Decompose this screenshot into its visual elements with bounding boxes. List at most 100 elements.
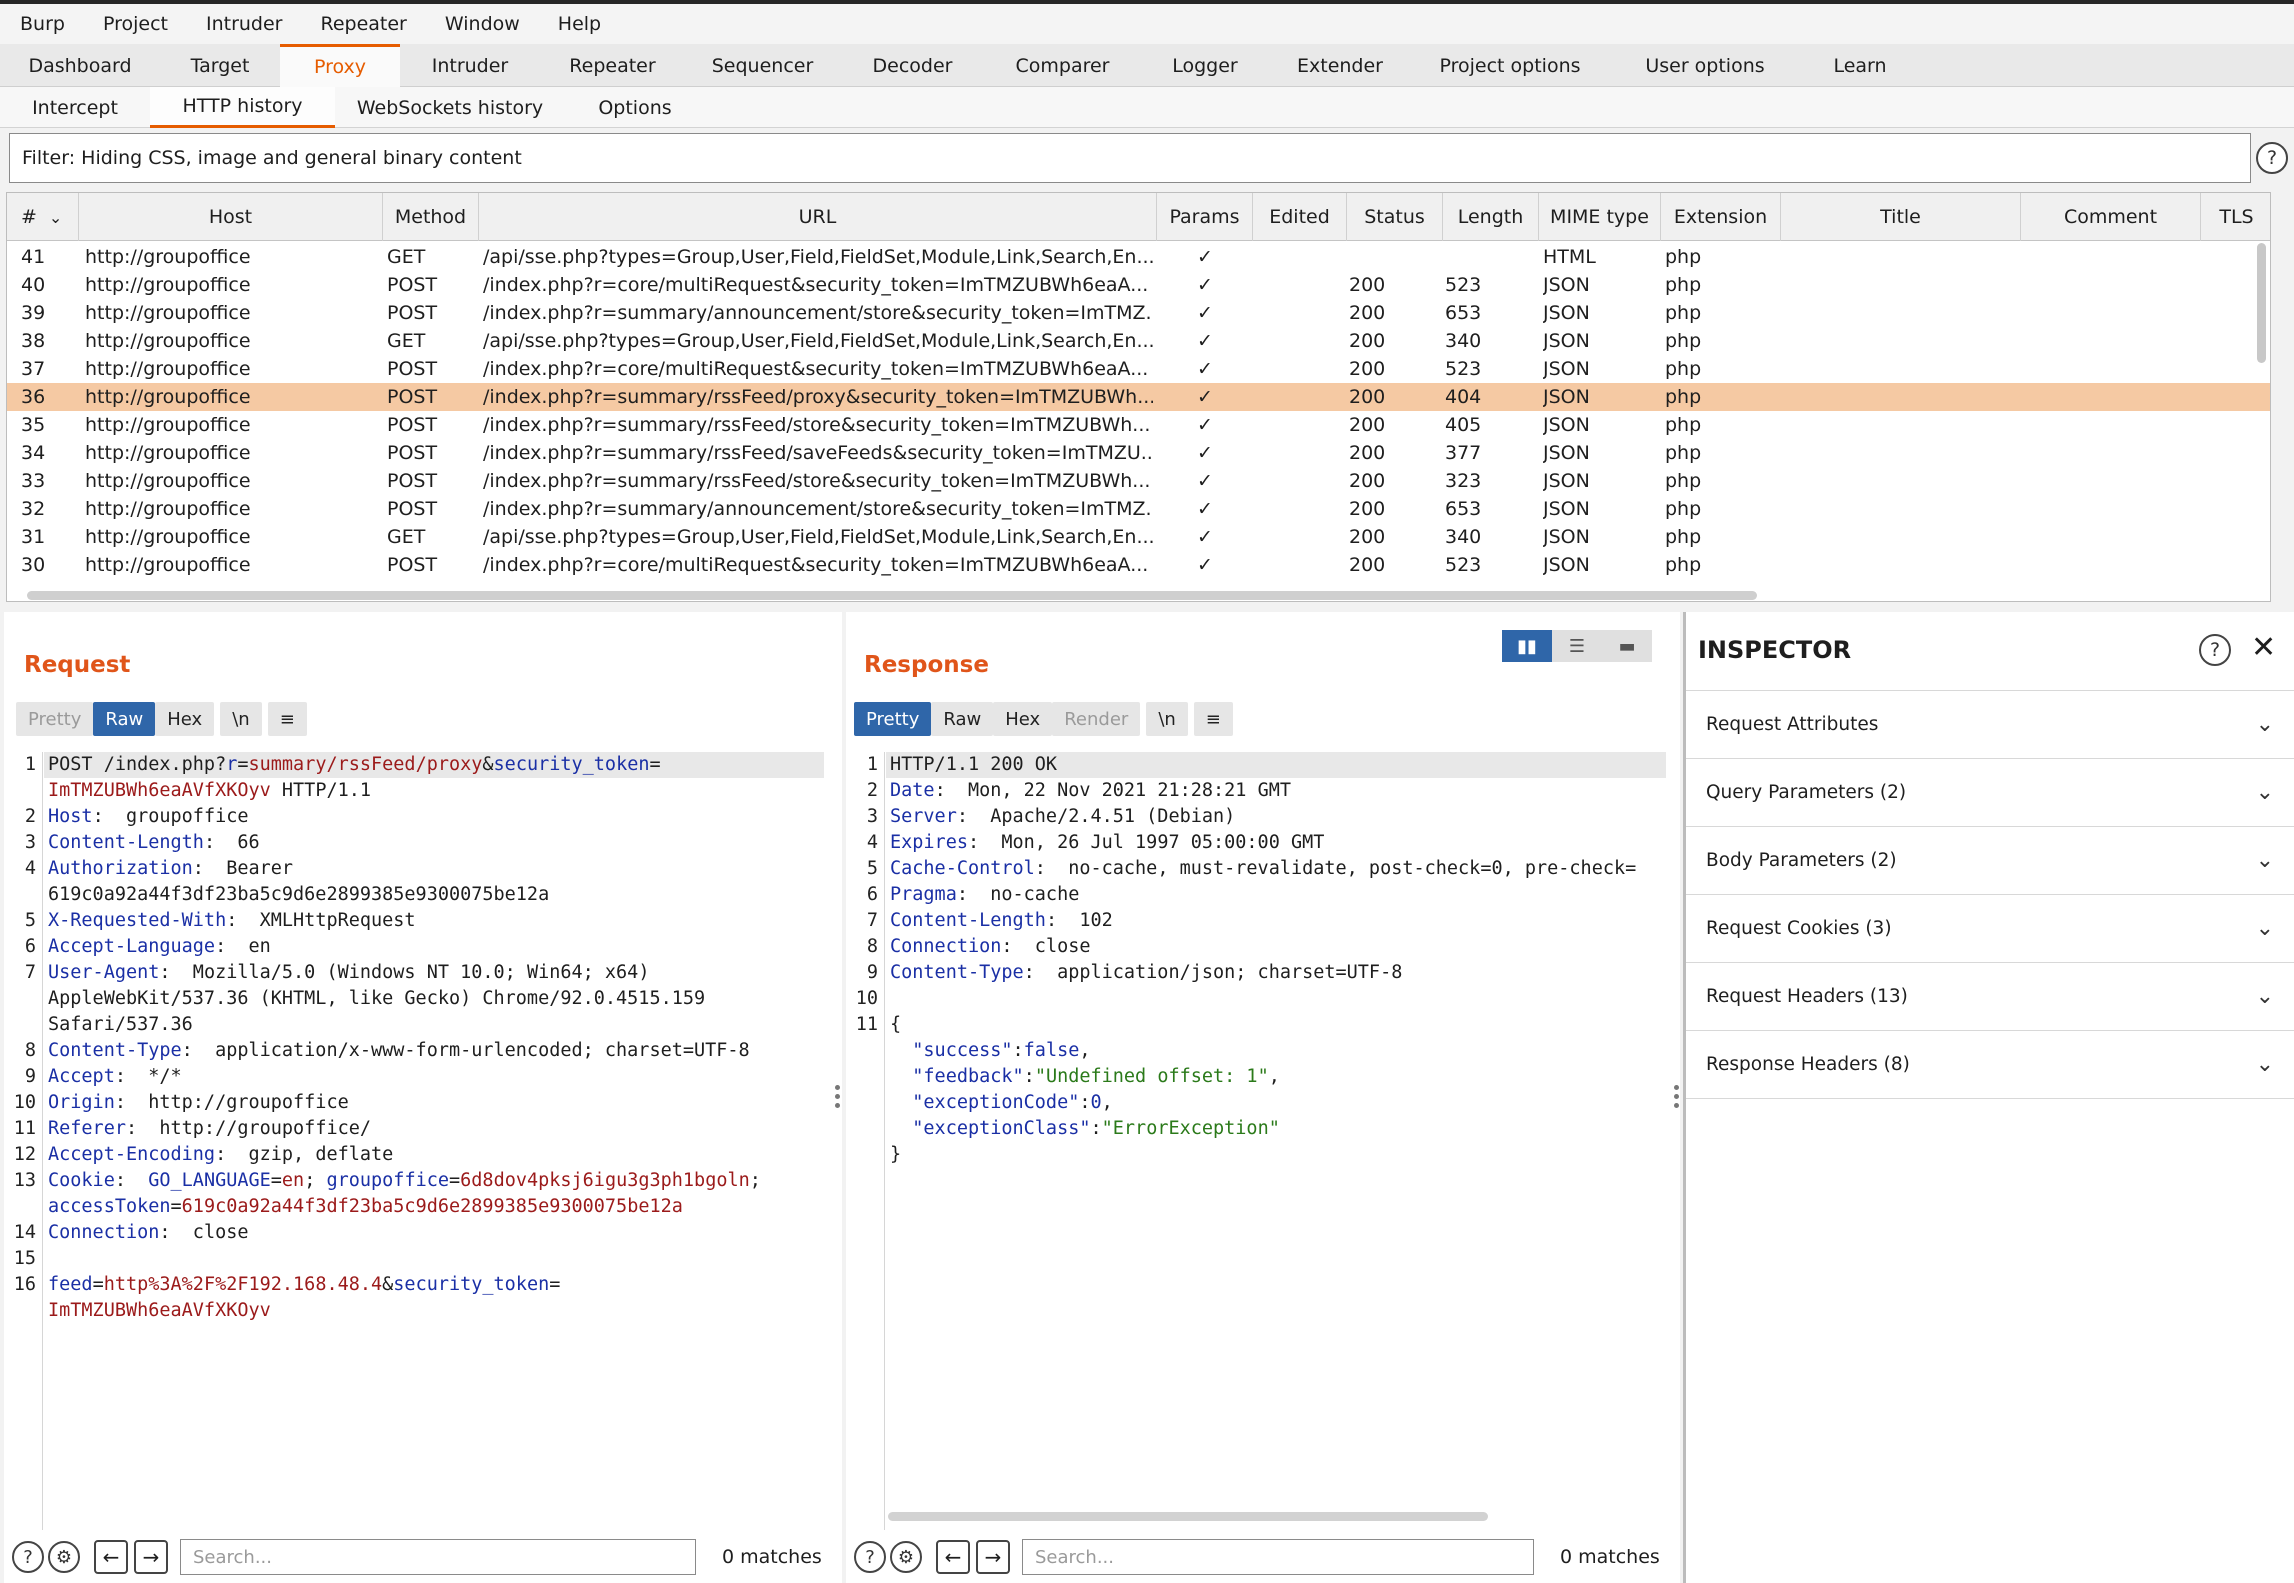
main-tab-repeater[interactable]: Repeater xyxy=(540,44,685,87)
response-hex-button[interactable]: Hex xyxy=(993,702,1053,736)
inspector-section-request-headers[interactable]: Request Headers (13) ⌄ xyxy=(1686,962,2294,1030)
previous-arrow-icon[interactable]: ← xyxy=(936,1540,970,1574)
next-arrow-icon[interactable]: → xyxy=(976,1540,1010,1574)
request-editor[interactable]: 1 POST /index.php?r=summary/rssFeed/proxy… xyxy=(4,752,834,1530)
main-tab-learn[interactable]: Learn xyxy=(1800,44,1920,87)
column-params[interactable]: Params xyxy=(1157,193,1253,241)
previous-arrow-icon[interactable]: ← xyxy=(94,1540,128,1574)
inspector-section-body-parameters[interactable]: Body Parameters (2) ⌄ xyxy=(1686,826,2294,894)
menu-project[interactable]: Project xyxy=(103,13,168,35)
inspector-section-request-attributes[interactable]: Request Attributes ⌄ xyxy=(1686,690,2294,758)
menu-intruder[interactable]: Intruder xyxy=(206,13,283,35)
filter-bar[interactable]: Filter: Hiding CSS, image and general bi… xyxy=(9,133,2251,183)
response-horizontal-scrollbar[interactable] xyxy=(888,1512,1488,1521)
main-tab-dashboard[interactable]: Dashboard xyxy=(0,44,160,87)
vertical-layout-icon[interactable]: ☰ xyxy=(1552,630,1602,662)
table-row[interactable]: 37 http://groupoffice POST/index.php?r=cor… xyxy=(7,355,2270,383)
menu-window[interactable]: Window xyxy=(445,13,520,35)
table-row[interactable]: 35 http://groupoffice POST/index.php?r=sum… xyxy=(7,411,2270,439)
chevron-down-icon: ⌄ xyxy=(2255,780,2274,805)
column-mime-type[interactable]: MIME type xyxy=(1539,193,1661,241)
table-row[interactable]: 30 http://groupoffice POST/index.php?r=cor… xyxy=(7,551,2270,579)
main-tab-extender[interactable]: Extender xyxy=(1270,44,1410,87)
vertical-split-handle[interactable] xyxy=(835,1085,840,1108)
table-row[interactable]: 40 http://groupoffice POST/index.php?r=cor… xyxy=(7,271,2270,299)
response-menu-icon[interactable]: ≡ xyxy=(1193,702,1233,736)
table-row[interactable]: 41 http://groupoffice GET/api/sse.php?type… xyxy=(7,243,2270,271)
request-hex-button[interactable]: Hex xyxy=(155,702,215,736)
side-by-side-layout-icon[interactable]: ▮▮ xyxy=(1502,630,1552,662)
column-method[interactable]: Method xyxy=(383,193,479,241)
next-arrow-icon[interactable]: → xyxy=(134,1540,168,1574)
column-comment[interactable]: Comment xyxy=(2021,193,2201,241)
sub-tab-http-history[interactable]: HTTP history xyxy=(150,87,335,128)
main-tab-comparer[interactable]: Comparer xyxy=(985,44,1140,87)
response-raw-button[interactable]: Raw xyxy=(931,702,994,736)
cell-host: http://groupoffice xyxy=(85,554,251,576)
sub-tab-options[interactable]: Options xyxy=(565,87,705,128)
column-host[interactable]: Host xyxy=(79,193,383,241)
inspector-split-handle[interactable] xyxy=(1674,1085,1679,1108)
tabbed-layout-icon[interactable]: ▬ xyxy=(1602,630,1652,662)
menu-burp[interactable]: Burp xyxy=(20,13,65,35)
response-newline-button[interactable]: \n xyxy=(1146,702,1188,736)
main-tab-user-options[interactable]: User options xyxy=(1610,44,1800,87)
help-icon[interactable]: ? xyxy=(12,1541,44,1573)
column-edited[interactable]: Edited xyxy=(1253,193,1347,241)
column-status[interactable]: Status xyxy=(1347,193,1443,241)
cell-edited xyxy=(1257,523,1343,551)
table-row[interactable]: 33 http://groupoffice POST/index.php?r=sum… xyxy=(7,467,2270,495)
chevron-down-icon: ⌄ xyxy=(2255,984,2274,1009)
main-tab-project-options[interactable]: Project options xyxy=(1410,44,1610,87)
menu-repeater[interactable]: Repeater xyxy=(320,13,406,35)
close-icon[interactable]: ✕ xyxy=(2251,630,2276,665)
inspector-section-response-headers[interactable]: Response Headers (8) ⌄ xyxy=(1686,1030,2294,1098)
menu-help[interactable]: Help xyxy=(558,13,601,35)
column-tls[interactable]: TLS xyxy=(2201,193,2270,241)
request-menu-icon[interactable]: ≡ xyxy=(267,702,307,736)
response-render-button[interactable]: Render xyxy=(1052,702,1141,736)
column-length[interactable]: Length xyxy=(1443,193,1539,241)
help-icon[interactable]: ? xyxy=(854,1541,886,1573)
response-pretty-button[interactable]: Pretty xyxy=(854,702,932,736)
table-row[interactable]: 38 http://groupoffice GET/api/sse.php?type… xyxy=(7,327,2270,355)
request-pretty-button[interactable]: Pretty xyxy=(16,702,94,736)
horizontal-scrollbar[interactable] xyxy=(27,591,1757,600)
table-row[interactable]: 32 http://groupoffice POST/index.php?r=sum… xyxy=(7,495,2270,523)
column-number[interactable]: # ⌄ xyxy=(7,193,79,241)
main-tab-sequencer[interactable]: Sequencer xyxy=(685,44,840,87)
main-tab-intruder[interactable]: Intruder xyxy=(400,44,540,87)
line-number: 8 xyxy=(24,1040,36,1061)
settings-gear-icon[interactable]: ⚙ xyxy=(48,1541,80,1573)
column-extension[interactable]: Extension xyxy=(1661,193,1781,241)
table-row[interactable]: 34 http://groupoffice POST/index.php?r=sum… xyxy=(7,439,2270,467)
request-search-input[interactable]: Search... xyxy=(180,1539,696,1575)
request-newline-button[interactable]: \n xyxy=(220,702,262,736)
code-token: en xyxy=(281,1170,305,1191)
main-tab-logger[interactable]: Logger xyxy=(1140,44,1270,87)
inspector-section-request-cookies[interactable]: Request Cookies (3) ⌄ xyxy=(1686,894,2294,962)
response-editor[interactable]: 1 HTTP/1.1 200 OK 2 Date: Mon, 22 Nov 2021 … xyxy=(846,752,1672,1512)
help-icon[interactable]: ? xyxy=(2256,142,2288,174)
column-url[interactable]: URL xyxy=(479,193,1157,241)
cell-status: 200 xyxy=(1349,330,1386,352)
sub-tab-websockets-history[interactable]: WebSockets history xyxy=(335,87,565,128)
sub-tab-intercept[interactable]: Intercept xyxy=(0,87,150,128)
filter-row: Filter: Hiding CSS, image and general bi… xyxy=(0,133,2294,185)
inspector-section-query-parameters[interactable]: Query Parameters (2) ⌄ xyxy=(1686,758,2294,826)
main-tab-proxy[interactable]: Proxy xyxy=(280,44,400,87)
main-tab-target[interactable]: Target xyxy=(160,44,280,87)
table-row[interactable]: 36 http://groupoffice POST/index.php?r=sum… xyxy=(7,383,2270,411)
response-search-input[interactable]: Search... xyxy=(1022,1539,1534,1575)
table-row[interactable]: 31 http://groupoffice GET/api/sse.php?type… xyxy=(7,523,2270,551)
table-row[interactable]: 39 http://groupoffice POST/index.php?r=sum… xyxy=(7,299,2270,327)
vertical-scrollbar[interactable] xyxy=(2257,243,2266,363)
code-line: "success":false, xyxy=(890,1038,1090,1064)
code-token: = xyxy=(449,1170,461,1191)
request-raw-button[interactable]: Raw xyxy=(93,702,156,736)
help-icon[interactable]: ? xyxy=(2199,634,2231,666)
cell-mime: JSON xyxy=(1543,302,1590,324)
settings-gear-icon[interactable]: ⚙ xyxy=(890,1541,922,1573)
main-tab-decoder[interactable]: Decoder xyxy=(840,44,985,87)
column-title[interactable]: Title xyxy=(1781,193,2021,241)
